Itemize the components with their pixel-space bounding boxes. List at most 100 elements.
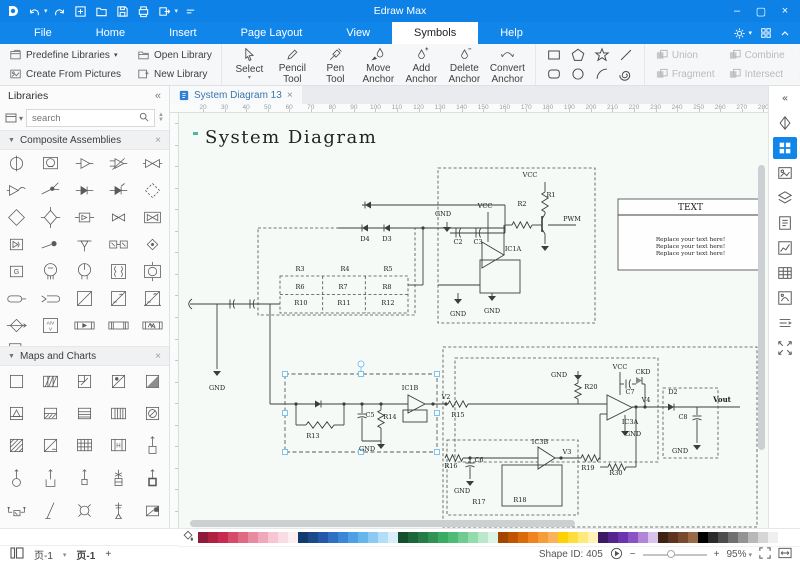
- library-symbol-m-flag[interactable]: [68, 366, 102, 396]
- color-swatch[interactable]: [528, 532, 538, 543]
- zoom-in-button[interactable]: +: [714, 549, 720, 560]
- color-swatch[interactable]: [418, 532, 428, 543]
- library-symbol-tri-fancy[interactable]: [0, 177, 34, 204]
- color-swatch[interactable]: [598, 532, 608, 543]
- search-input[interactable]: [32, 113, 139, 124]
- library-symbol-sq-diag-w[interactable]: [101, 285, 135, 312]
- print-button[interactable]: [135, 3, 153, 19]
- collapse-panel-icon[interactable]: «: [773, 87, 797, 109]
- color-swatch[interactable]: [408, 532, 418, 543]
- library-symbol-burst[interactable]: [34, 177, 68, 204]
- section-collapse-icon[interactable]: ▼: [8, 137, 15, 144]
- chart-icon[interactable]: [773, 237, 797, 259]
- color-swatch[interactable]: [568, 532, 578, 543]
- library-symbol-dot-arm[interactable]: [34, 231, 68, 258]
- library-symbol-m-dev[interactable]: [135, 496, 169, 526]
- zoom-slider-knob[interactable]: [667, 550, 675, 558]
- selection-handle[interactable]: [283, 372, 288, 377]
- undo-button[interactable]: [25, 3, 43, 19]
- library-symbol-box-pair[interactable]: [101, 231, 135, 258]
- zoom-slider[interactable]: [643, 554, 707, 556]
- library-symbol-m-grid[interactable]: [68, 431, 102, 461]
- ellipse-shape-button[interactable]: [566, 65, 590, 84]
- color-swatch[interactable]: [688, 532, 698, 543]
- library-symbol-m-half[interactable]: [135, 366, 169, 396]
- library-symbol-m-circle-h[interactable]: [135, 398, 169, 428]
- selection-handle[interactable]: [435, 372, 440, 377]
- library-symbol-diamond-l[interactable]: [34, 204, 68, 231]
- maximize-button[interactable]: ▢: [750, 3, 772, 19]
- vertical-scrollbar[interactable]: [758, 165, 765, 450]
- library-symbol-boxG[interactable]: G: [0, 258, 34, 285]
- color-swatch[interactable]: [318, 532, 328, 543]
- color-swatch[interactable]: [498, 532, 508, 543]
- color-swatch[interactable]: [398, 532, 408, 543]
- color-swatch[interactable]: [738, 532, 748, 543]
- color-swatch[interactable]: [608, 532, 618, 543]
- section-close-icon[interactable]: ×: [155, 351, 161, 362]
- color-swatch[interactable]: [708, 532, 718, 543]
- color-swatch[interactable]: [288, 532, 298, 543]
- color-swatch[interactable]: [258, 532, 268, 543]
- notes-icon[interactable]: [773, 212, 797, 234]
- color-swatch[interactable]: [438, 532, 448, 543]
- menu-tab-help[interactable]: Help: [478, 22, 545, 44]
- color-swatch[interactable]: [468, 532, 478, 543]
- color-swatch[interactable]: [198, 532, 208, 543]
- customize-toolbar-icon[interactable]: [181, 3, 199, 19]
- star-shape-button[interactable]: [590, 46, 614, 65]
- play-presentation-icon[interactable]: [610, 547, 623, 563]
- library-symbol-bowtie-box[interactable]: [135, 204, 169, 231]
- delete-anchor-button[interactable]: Delete Anchor: [443, 45, 486, 85]
- menu-tab-view[interactable]: View: [324, 22, 392, 44]
- library-symbol-m-vbars[interactable]: [101, 398, 135, 428]
- page-tab-active[interactable]: 页-1: [76, 547, 95, 562]
- section-close-icon[interactable]: ×: [155, 135, 161, 146]
- color-swatch[interactable]: [558, 532, 568, 543]
- library-symbol-capsule[interactable]: [0, 285, 34, 312]
- combine-button[interactable]: Combine: [724, 46, 790, 65]
- color-swatch[interactable]: [358, 532, 368, 543]
- rounded-rectangle-shape-button[interactable]: [542, 65, 566, 84]
- library-symbol-diode-r2[interactable]: [101, 177, 135, 204]
- convert-anchor-button[interactable]: Convert Anchor: [486, 45, 529, 85]
- section-header-composite-assemblies[interactable]: ▼ Composite Assemblies ×: [0, 130, 169, 150]
- new-document-button[interactable]: [72, 3, 90, 19]
- arrange-icon[interactable]: [773, 312, 797, 334]
- menu-tab-insert[interactable]: Insert: [147, 22, 219, 44]
- library-symbol-diamond-d[interactable]: [135, 177, 169, 204]
- layers-icon[interactable]: [773, 187, 797, 209]
- rectangle-shape-button[interactable]: [542, 46, 566, 65]
- selection-handle[interactable]: [435, 411, 440, 416]
- zoom-out-button[interactable]: −: [630, 549, 636, 560]
- page-panel-icon[interactable]: [10, 547, 24, 562]
- menu-tab-page-layout[interactable]: Page Layout: [219, 22, 325, 44]
- collapse-ribbon-icon[interactable]: [780, 29, 790, 37]
- spiral-shape-button[interactable]: [614, 65, 638, 84]
- open-button[interactable]: [93, 3, 111, 19]
- close-button[interactable]: ×: [774, 3, 796, 19]
- table-icon[interactable]: [773, 262, 797, 284]
- save-button[interactable]: [114, 3, 132, 19]
- library-symbol-m-diag-dot[interactable]: [101, 366, 135, 396]
- fill-color-icon[interactable]: [182, 530, 194, 545]
- color-swatch[interactable]: [448, 532, 458, 543]
- library-symbol-boxAV[interactable]: A/VV: [34, 312, 68, 339]
- library-symbol-tube[interactable]: [34, 258, 68, 285]
- color-swatch[interactable]: [278, 532, 288, 543]
- library-symbol-sq-diag[interactable]: [68, 285, 102, 312]
- color-swatch[interactable]: [678, 532, 688, 543]
- color-swatch[interactable]: [748, 532, 758, 543]
- color-swatch[interactable]: [208, 532, 218, 543]
- library-symbol-m-hatch2[interactable]: [0, 431, 34, 461]
- rotation-handle[interactable]: [358, 361, 364, 367]
- subtract-button[interactable]: Subtract: [794, 46, 800, 65]
- select-tool-button[interactable]: Select ▾: [228, 45, 271, 85]
- library-menu-icon[interactable]: ▾: [5, 112, 23, 124]
- color-swatch[interactable]: [308, 532, 318, 543]
- library-symbol-diamond-arr[interactable]: [0, 312, 34, 339]
- library-symbol-sq-diag-w2[interactable]: [135, 285, 169, 312]
- library-symbol-p-sq[interactable]: [135, 431, 169, 461]
- section-header-maps-and-charts[interactable]: ▼ Maps and Charts ×: [0, 346, 169, 366]
- library-symbol-p-circle[interactable]: [0, 463, 34, 493]
